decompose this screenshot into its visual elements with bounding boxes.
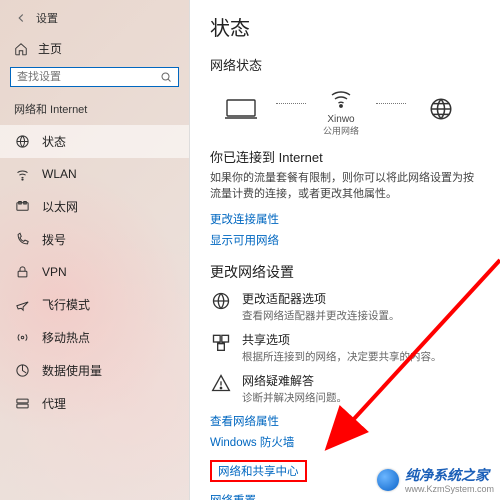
diagram-line xyxy=(376,103,406,104)
sidebar-item-label: 移动热点 xyxy=(42,329,90,346)
data-usage-icon xyxy=(14,363,30,379)
wifi-icon xyxy=(14,166,30,182)
network-status-head: 网络状态 xyxy=(210,55,484,74)
link-network-sharing-center[interactable]: 网络和共享中心 xyxy=(210,460,307,482)
setting-sharing-options[interactable]: 共享选项 根据所连接到的网络，决定要共享的内容。 xyxy=(210,331,484,364)
sidebar-item-status[interactable]: 状态 xyxy=(0,125,189,158)
watermark-url: www.KzmSystem.com xyxy=(405,485,494,494)
diagram-router-name: Xinwo xyxy=(327,114,354,125)
search-box[interactable] xyxy=(10,67,179,87)
watermark-brand: 纯净系统之家 xyxy=(405,467,489,483)
setting-title: 网络疑难解答 xyxy=(242,372,347,389)
diagram-router: Xinwo 公用网络 xyxy=(310,84,372,137)
hotspot-icon xyxy=(14,330,30,346)
setting-desc: 查看网络适配器并更改连接设置。 xyxy=(242,308,400,323)
change-network-settings-head: 更改网络设置 xyxy=(210,262,484,282)
sidebar-item-label: 以太网 xyxy=(42,198,78,215)
setting-title: 共享选项 xyxy=(242,331,442,348)
sidebar-item-proxy[interactable]: 代理 xyxy=(0,387,189,420)
setting-adapter-options[interactable]: 更改适配器选项 查看网络适配器并更改连接设置。 xyxy=(210,290,484,323)
connected-title: 你已连接到 Internet xyxy=(210,147,484,166)
sidebar-item-label: 拨号 xyxy=(42,231,66,248)
setting-desc: 诊断并解决网络问题。 xyxy=(242,390,347,405)
sidebar-item-hotspot[interactable]: 移动热点 xyxy=(0,321,189,354)
page-title: 状态 xyxy=(210,12,484,41)
search-icon xyxy=(160,71,172,83)
settings-window: 设置 主页 网络和 Internet 状态 WLAN xyxy=(0,0,500,500)
window-title: 设置 xyxy=(36,10,58,26)
adapter-icon xyxy=(210,290,232,312)
link-change-conn-props[interactable]: 更改连接属性 xyxy=(210,211,484,227)
link-show-available-networks[interactable]: 显示可用网络 xyxy=(210,232,484,248)
sharing-icon xyxy=(210,331,232,353)
sidebar-item-label: WLAN xyxy=(42,167,77,181)
link-view-network-props[interactable]: 查看网络属性 xyxy=(210,413,484,429)
pc-icon xyxy=(224,95,258,123)
setting-title: 更改适配器选项 xyxy=(242,290,400,307)
home-icon xyxy=(14,42,28,56)
link-windows-firewall[interactable]: Windows 防火墙 xyxy=(210,434,484,450)
sidebar-item-label: VPN xyxy=(42,265,67,279)
connected-desc: 如果你的流量套餐有限制，则你可以将此网络设置为按流量计费的连接，或者更改其他属性… xyxy=(210,170,480,203)
sidebar: 设置 主页 网络和 Internet 状态 WLAN xyxy=(0,0,190,500)
search-input[interactable] xyxy=(17,71,160,83)
home-label: 主页 xyxy=(38,40,62,57)
network-diagram: Xinwo 公用网络 xyxy=(210,84,484,137)
diagram-pc xyxy=(210,95,272,125)
sidebar-item-data-usage[interactable]: 数据使用量 xyxy=(0,354,189,387)
window-title-row: 设置 xyxy=(0,8,189,34)
setting-troubleshoot[interactable]: 网络疑难解答 诊断并解决网络问题。 xyxy=(210,372,484,405)
wifi-diagram-icon xyxy=(324,84,358,112)
vpn-icon xyxy=(14,264,30,280)
sidebar-item-vpn[interactable]: VPN xyxy=(0,256,189,288)
sidebar-item-airplane[interactable]: 飞行模式 xyxy=(0,288,189,321)
globe-icon xyxy=(424,95,458,123)
troubleshoot-icon xyxy=(210,372,232,394)
sidebar-item-wlan[interactable]: WLAN xyxy=(0,158,189,190)
back-icon[interactable] xyxy=(14,11,28,25)
setting-desc: 根据所连接到的网络，决定要共享的内容。 xyxy=(242,349,442,364)
sidebar-item-label: 飞行模式 xyxy=(42,296,90,313)
sidebar-item-label: 状态 xyxy=(42,133,66,150)
content-pane: 状态 网络状态 Xinwo 公用网络 xyxy=(190,0,500,500)
airplane-icon xyxy=(14,297,30,313)
ethernet-icon xyxy=(14,199,30,215)
proxy-icon xyxy=(14,396,30,412)
sidebar-section-label: 网络和 Internet xyxy=(0,97,189,125)
sidebar-item-ethernet[interactable]: 以太网 xyxy=(0,190,189,223)
diagram-line xyxy=(276,103,306,104)
home-row[interactable]: 主页 xyxy=(0,34,189,67)
watermark-logo-icon xyxy=(377,469,399,491)
sidebar-item-label: 代理 xyxy=(42,395,66,412)
watermark: 纯净系统之家 www.KzmSystem.com xyxy=(377,465,494,494)
diagram-globe xyxy=(410,95,472,125)
sidebar-item-dialup[interactable]: 拨号 xyxy=(0,223,189,256)
diagram-router-sub: 公用网络 xyxy=(323,127,359,137)
sidebar-item-label: 数据使用量 xyxy=(42,362,102,379)
status-icon xyxy=(14,134,30,150)
phone-icon xyxy=(14,232,30,248)
